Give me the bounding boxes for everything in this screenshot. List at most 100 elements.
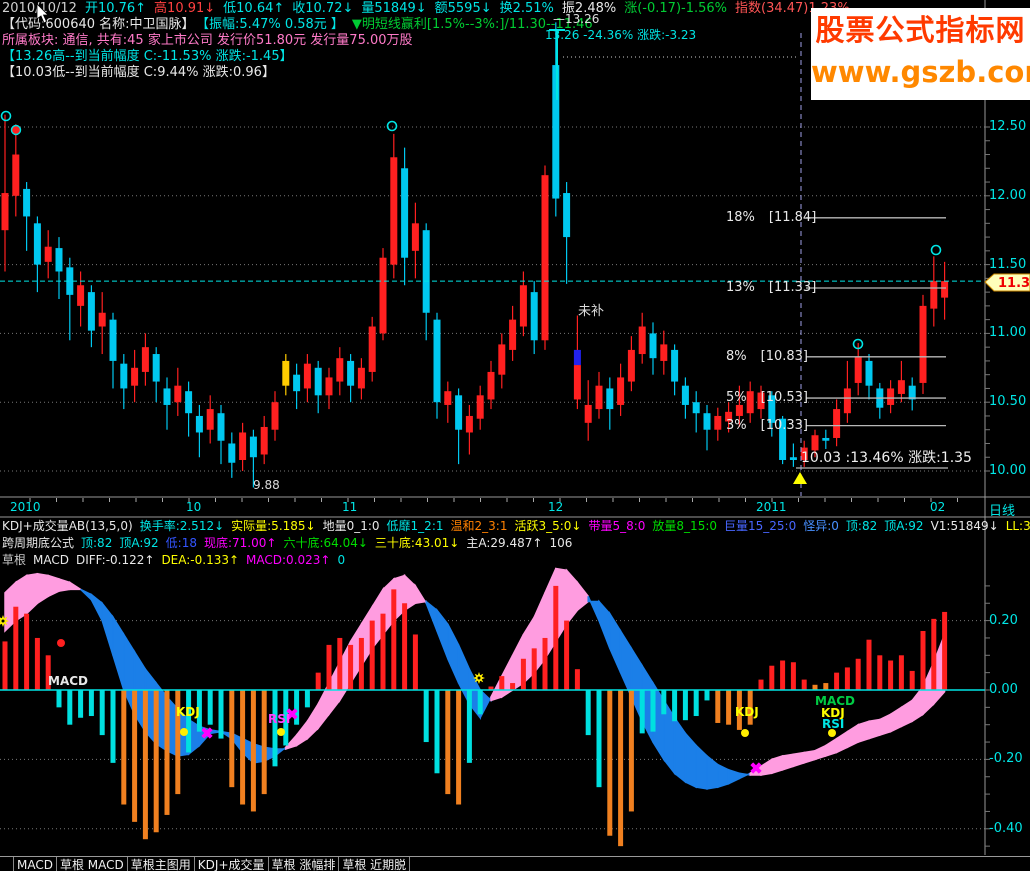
macd-ribbon [673, 715, 687, 784]
timeline-label[interactable]: 2010 [10, 500, 41, 514]
indicator-value: 0 [337, 553, 346, 567]
bottom-tab-3[interactable]: 草根主图用 [126, 857, 194, 871]
bottom-tab-4[interactable]: KDJ+成交量 [193, 857, 268, 871]
candle [23, 188, 31, 217]
macd-bar [164, 690, 170, 815]
macd-axis-label: -0.40 [989, 820, 1023, 836]
candle [649, 333, 657, 359]
candle [206, 409, 214, 430]
bottom-tab-5[interactable]: 草根 涨幅排 [267, 857, 339, 871]
macd-bar [56, 690, 62, 708]
macd-bar [402, 603, 408, 690]
percent-line-label: 8% [10.83] [726, 349, 808, 364]
candle [12, 154, 20, 196]
candle [98, 312, 106, 327]
candle [692, 402, 700, 414]
macd-ribbon [684, 731, 697, 789]
macd-ribbon [414, 583, 427, 606]
macd-bar [499, 676, 505, 690]
indicator-value: 106 [549, 536, 573, 550]
macd-bar [380, 613, 386, 690]
macd-bar [250, 690, 256, 812]
macd-bar [628, 690, 634, 812]
candle [260, 426, 268, 455]
peak-measure-label: 13.26 -24.36% 涨跌:-3.23 [545, 28, 697, 42]
macd-indicator-label: KDJ [735, 705, 759, 719]
candle [941, 281, 949, 298]
timeline-label[interactable]: 11 [342, 500, 357, 514]
macd-bar [78, 690, 84, 718]
macd-bar [898, 655, 904, 690]
macd-ribbon [306, 701, 319, 741]
kdj-dot-marker-icon [277, 728, 285, 736]
macd-ribbon [90, 593, 103, 621]
kdj-dot-marker-icon [180, 728, 188, 736]
macd-bar [369, 620, 375, 690]
timeline-label[interactable]: 02 [930, 500, 945, 514]
price-axis-label: 11.50 [989, 256, 1027, 272]
timeline-label[interactable]: 12 [548, 500, 563, 514]
percent-line-text: 8% [726, 348, 747, 364]
macd-bar [855, 658, 861, 690]
range-field: 【10.03低--到当前幅度 C:9.44% 涨跌:0.96】 [2, 65, 275, 80]
macd-bar [142, 690, 148, 840]
indicator-row: 草根 MACD DIFF:-0.122↑ DEA:-0.133↑ MACD:0.023↑… [2, 552, 352, 568]
percent-line-label: 13% [11.33] [726, 280, 816, 295]
percent-line-text: 18% [726, 209, 755, 225]
macd-bar [726, 690, 732, 725]
macd-ribbon [814, 744, 827, 761]
macd-bar [844, 667, 850, 690]
macd-ribbon [868, 718, 881, 740]
timeline-label[interactable]: 10 [186, 500, 201, 514]
candle [249, 436, 257, 458]
indicator-value: 实际量:5.185↓ [231, 519, 316, 533]
candle [865, 360, 873, 386]
candle [282, 360, 290, 386]
macd-bar [812, 684, 818, 690]
macd-bar [801, 679, 807, 690]
candle [293, 374, 301, 392]
macd-bar [391, 589, 397, 690]
indicator-value: 六十底:64.04↓ [283, 536, 368, 550]
macd-bar [358, 637, 364, 690]
bottom-tab-1[interactable]: MACD [13, 857, 56, 871]
macd-ribbon [771, 754, 784, 775]
candle [930, 281, 938, 309]
indicator-value: 顶A:92 [884, 519, 924, 533]
macd-ribbon [717, 763, 730, 789]
bottom-tab-2[interactable]: 草根 MACD [55, 857, 127, 871]
macd-bar [920, 631, 926, 690]
candle [33, 223, 41, 265]
percent-line-text: 13% [726, 279, 755, 295]
macd-indicator-label: MACD [48, 674, 88, 688]
candlestick-macd-chart[interactable] [0, 0, 1030, 855]
period-label[interactable]: 日线 [989, 500, 1015, 519]
macd-ribbon [835, 730, 849, 754]
candle [887, 388, 895, 405]
peak-price-label: —13.26 [553, 12, 600, 26]
macd-bar [596, 690, 602, 788]
candle [703, 413, 711, 430]
macd-ribbon [738, 772, 751, 780]
macd-bar [650, 690, 656, 732]
timeline-label[interactable]: 2011 [756, 500, 787, 514]
bottom-tab-bar: MACD 草根 MACD 草根主图用 KDJ+成交量 草根 涨幅排 草根 近期脱 [0, 856, 1030, 871]
macd-bar [24, 613, 30, 690]
macd-bar [607, 690, 613, 836]
candle [390, 157, 398, 265]
indicator-value: 低:18 [165, 536, 197, 550]
candle [174, 385, 182, 403]
candle [681, 385, 689, 405]
candle [919, 305, 927, 383]
price-axis-label: 11.00 [989, 325, 1027, 341]
quote-field: 换2.51% [499, 1, 554, 16]
macd-bar [520, 658, 526, 690]
macd-bar [823, 683, 829, 690]
bottom-tab-6[interactable]: 草根 近期脱 [338, 857, 411, 871]
macd-bar [456, 690, 462, 805]
candle [530, 292, 538, 341]
indicator-value: 跨周期底公式 [2, 536, 75, 550]
macd-bar [34, 637, 40, 690]
candle [77, 285, 85, 306]
candle [897, 380, 905, 394]
